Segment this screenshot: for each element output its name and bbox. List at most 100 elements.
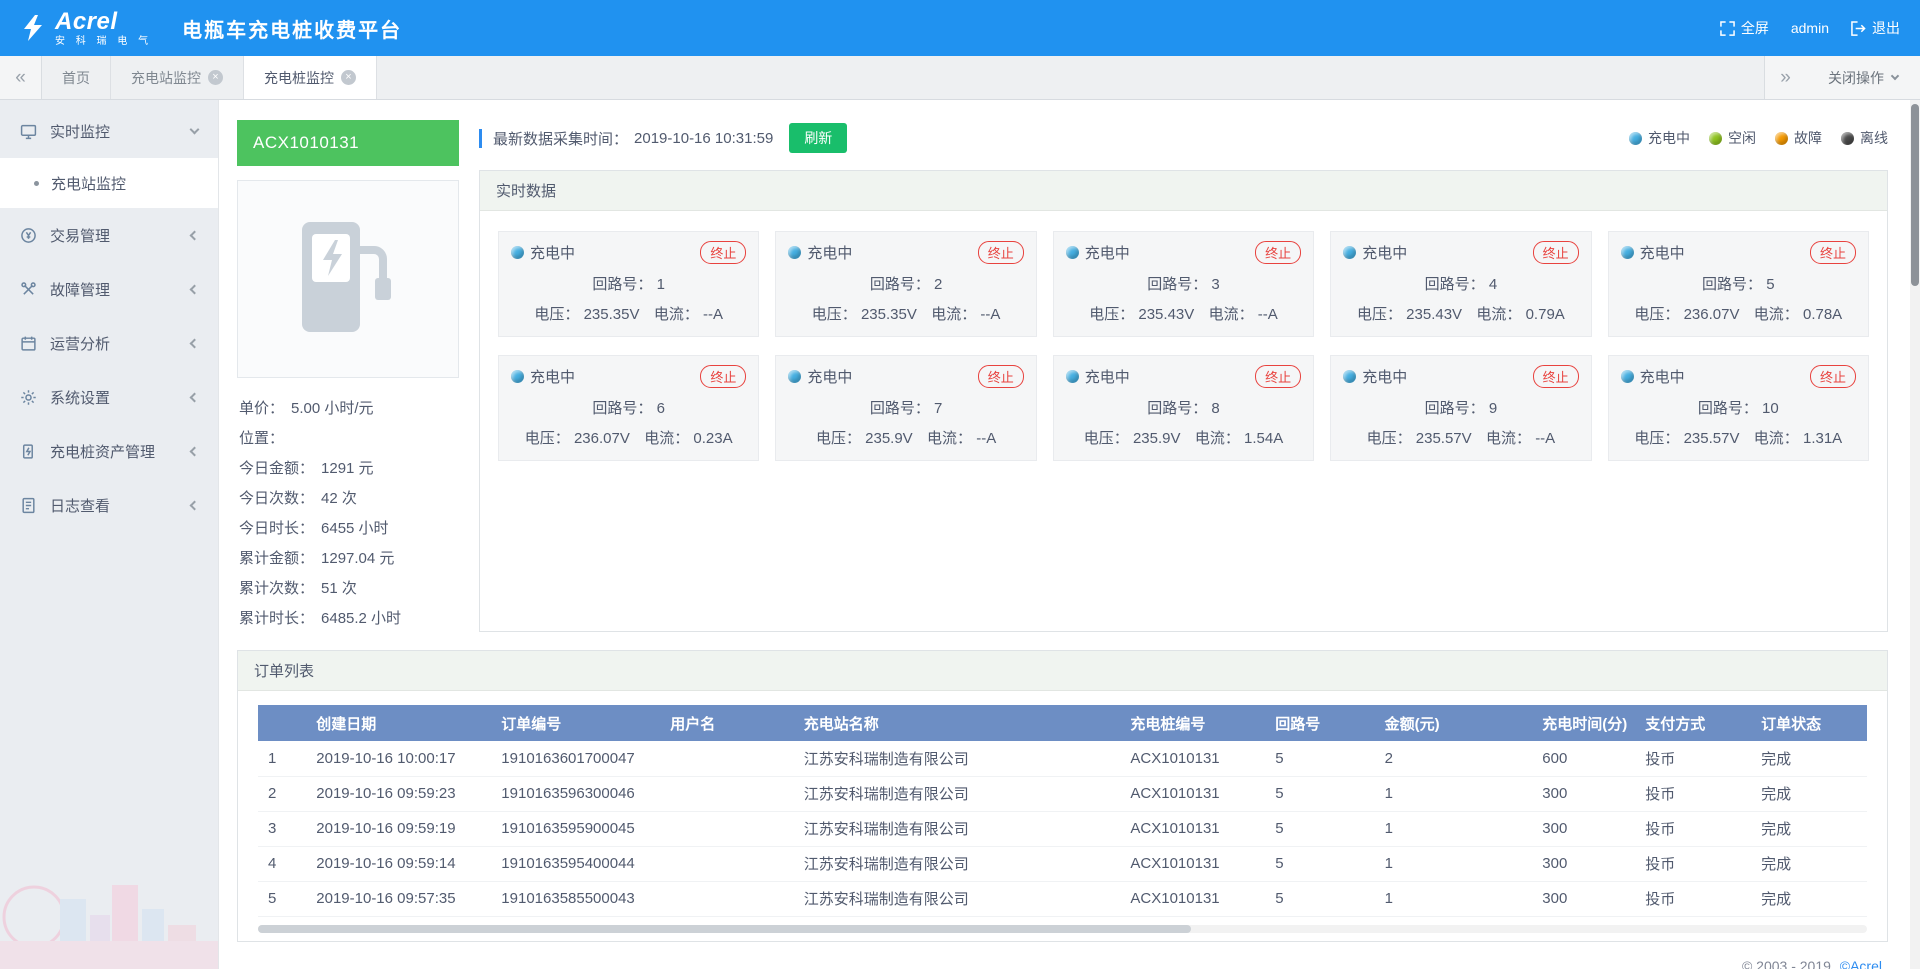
sidebar-item-realtime-monitor[interactable]: 实时监控 <box>0 104 218 158</box>
tab-home[interactable]: 首页 <box>42 56 111 99</box>
order-minutes-cell: 300 <box>1532 811 1635 846</box>
sidebar-item-system-settings[interactable]: 系统设置 <box>0 370 218 424</box>
pile-icon-box <box>237 180 459 378</box>
charging-status-dot-icon <box>1621 246 1634 259</box>
vertical-scrollbar-thumb[interactable] <box>1911 104 1919 286</box>
tabs-scroll-left-button[interactable]: « <box>0 56 42 99</box>
current-value: --A <box>1535 430 1555 447</box>
circuit-status: 充电中 <box>511 242 575 263</box>
tools-icon <box>20 281 37 298</box>
voltage-value: 236.07V <box>574 430 630 447</box>
chevron-left-icon <box>190 500 200 510</box>
sidebar-item-transaction-management[interactable]: 交易管理 <box>0 208 218 262</box>
header-actions: 全屏 admin 退出 <box>1720 18 1900 38</box>
sidebar-item-log-view[interactable]: 日志查看 <box>0 478 218 532</box>
fullscreen-button[interactable]: 全屏 <box>1720 18 1769 38</box>
stop-button[interactable]: 终止 <box>978 241 1024 264</box>
accent-bar <box>479 129 482 148</box>
gear-icon <box>20 389 37 406</box>
stop-button[interactable]: 终止 <box>1810 365 1856 388</box>
stop-button[interactable]: 终止 <box>1255 365 1301 388</box>
current-value: --A <box>976 430 996 447</box>
voltage-value: 235.9V <box>1133 430 1181 447</box>
order-station-cell: 江苏安科瑞制造有限公司 <box>794 741 1121 776</box>
stop-button[interactable]: 终止 <box>1810 241 1856 264</box>
stat-label: 今日时长： <box>239 517 314 538</box>
sidebar-item-charging-station-monitor[interactable]: 充电站监控 <box>0 158 218 208</box>
order-index-cell: 5 <box>258 881 306 916</box>
page-footer: © 2003 - 2019 ©Acrel <box>237 942 1888 969</box>
sidebar-item-label: 交易管理 <box>50 225 110 246</box>
sidebar-item-pile-asset-management[interactable]: 充电桩资产管理 <box>0 424 218 478</box>
stop-button[interactable]: 终止 <box>1533 241 1579 264</box>
refresh-button[interactable]: 刷新 <box>789 123 847 153</box>
current-label: 电流： <box>1754 430 1799 447</box>
chevron-left-icon <box>190 446 200 456</box>
voltage-label: 电压： <box>1089 306 1134 323</box>
charging-pile-illustration-icon <box>292 216 404 342</box>
order-index-cell: 2 <box>258 776 306 811</box>
order-date-cell: 2019-10-16 10:00:17 <box>306 741 491 776</box>
circuit-card-top: 充电中 终止 <box>511 241 746 264</box>
logo-chinese-name: 安 科 瑞 电 气 <box>55 37 152 47</box>
charging-status-dot-icon <box>1066 370 1079 383</box>
logout-button[interactable]: 退出 <box>1851 18 1900 38</box>
order-amount-cell: 1 <box>1375 811 1533 846</box>
orders-column-header: 金额(元) <box>1375 705 1533 741</box>
circuit-metrics-line: 电压： 235.35V 电流： --A <box>511 303 746 324</box>
order-user-cell <box>660 776 794 811</box>
tab-close-icon[interactable]: × <box>341 70 356 85</box>
tab-charging-pile-monitor[interactable]: 充电桩监控 × <box>244 56 377 99</box>
logo-wordmark: Acrel <box>55 10 152 34</box>
circuit-no-label: 回路号： <box>1425 276 1485 293</box>
stop-button[interactable]: 终止 <box>700 241 746 264</box>
circuit-status-label: 充电中 <box>1640 242 1685 263</box>
charging-pile-icon <box>20 443 37 460</box>
voltage-label: 电压： <box>525 430 570 447</box>
order-pile-cell: ACX1010131 <box>1120 776 1265 811</box>
copyright-text: © 2003 - 2019 <box>1742 958 1831 969</box>
chevron-down-icon <box>190 125 200 135</box>
circuit-card-top: 充电中 终止 <box>1621 241 1856 264</box>
circuit-status: 充电中 <box>1066 366 1130 387</box>
stop-button[interactable]: 终止 <box>978 365 1024 388</box>
voltage-label: 电压： <box>1634 306 1679 323</box>
stop-button[interactable]: 终止 <box>1533 365 1579 388</box>
charging-status-dot-icon <box>1343 370 1356 383</box>
user-menu[interactable]: admin <box>1791 20 1829 36</box>
pile-code-header: ACX1010131 <box>237 120 459 166</box>
orders-table-body: 1 2019-10-16 10:00:17 1910163601700047 江… <box>258 741 1867 916</box>
tab-close-icon[interactable]: × <box>208 70 223 85</box>
voltage-value: 235.43V <box>1406 306 1462 323</box>
footer-brand-link[interactable]: ©Acrel <box>1840 958 1882 969</box>
order-circuit-cell: 5 <box>1265 881 1374 916</box>
sidebar-item-fault-management[interactable]: 故障管理 <box>0 262 218 316</box>
tabs-scroll-right-button[interactable]: » <box>1764 56 1806 99</box>
sidebar-item-label: 运营分析 <box>50 333 110 354</box>
circuit-metrics-line: 电压： 235.57V 电流： 1.31A <box>1621 427 1856 448</box>
tab-charging-station-monitor[interactable]: 充电站监控 × <box>111 56 244 99</box>
sidebar-item-label: 系统设置 <box>50 387 110 408</box>
orders-column-header: 订单编号 <box>491 705 660 741</box>
collect-time-row: 最新数据采集时间： 2019-10-16 10:31:59 刷新 充电中 <box>479 120 1888 156</box>
order-pay-cell: 投币 <box>1635 846 1751 881</box>
orders-column-header: 支付方式 <box>1635 705 1751 741</box>
charging-status-dot-icon <box>788 370 801 383</box>
fullscreen-label: 全屏 <box>1741 18 1769 38</box>
order-number-cell: 1910163595900045 <box>491 811 660 846</box>
order-amount-cell: 1 <box>1375 846 1533 881</box>
order-date-cell: 2019-10-16 09:59:14 <box>306 846 491 881</box>
circuit-status: 充电中 <box>788 366 852 387</box>
circuit-no-value: 5 <box>1766 276 1774 293</box>
order-date-cell: 2019-10-16 09:59:23 <box>306 776 491 811</box>
sidebar-item-operation-analysis[interactable]: 运营分析 <box>0 316 218 370</box>
stop-button[interactable]: 终止 <box>1255 241 1301 264</box>
stop-button[interactable]: 终止 <box>700 365 746 388</box>
order-index-cell: 3 <box>258 811 306 846</box>
orders-column-header: 充电时间(分) <box>1532 705 1635 741</box>
circuit-no-value: 7 <box>934 400 942 417</box>
circuit-metrics-line: 电压： 236.07V 电流： 0.23A <box>511 427 746 448</box>
voltage-label: 电压： <box>534 306 579 323</box>
close-operations-dropdown[interactable]: 关闭操作 <box>1806 56 1920 99</box>
horizontal-scrollbar-thumb[interactable] <box>258 925 1191 933</box>
